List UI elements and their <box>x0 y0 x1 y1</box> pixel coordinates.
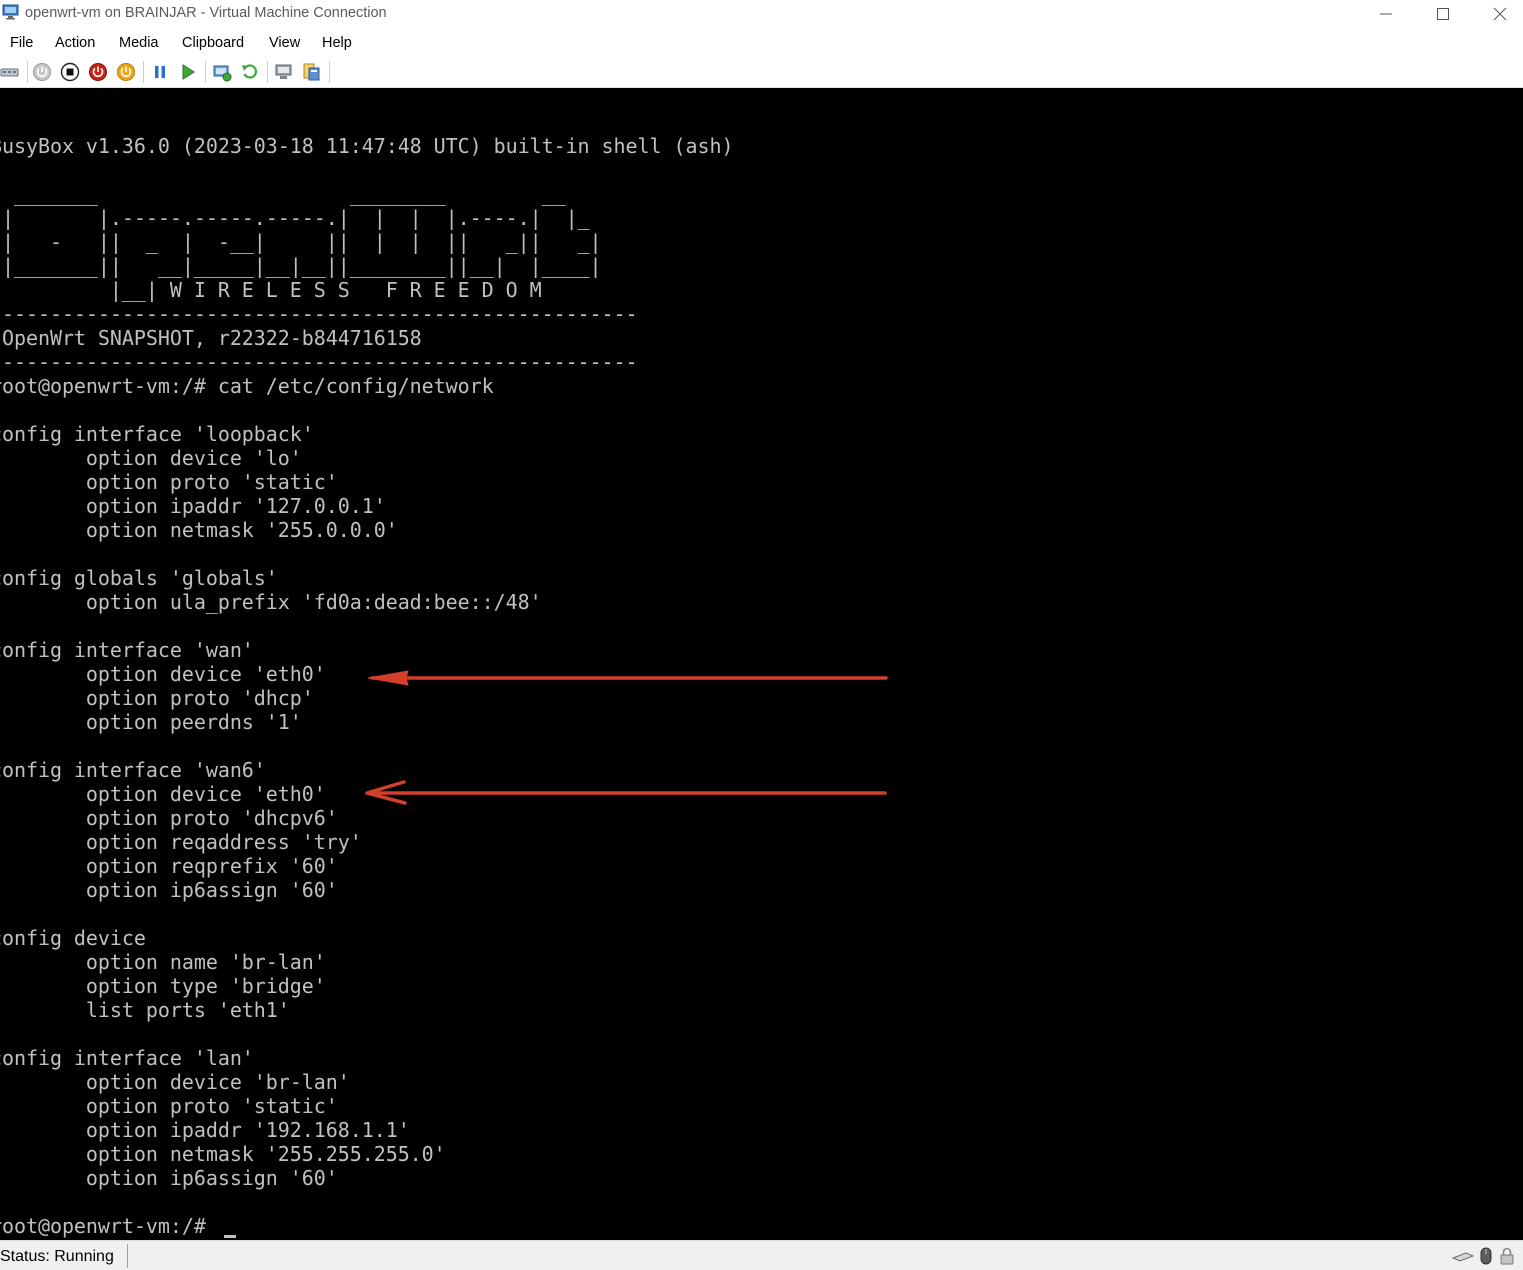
checkpoint-icon[interactable] <box>212 62 232 82</box>
window-title: openwrt-vm on BRAINJAR - Virtual Machine… <box>25 5 387 21</box>
toolbar <box>0 57 1523 88</box>
minimize-button[interactable] <box>1357 0 1415 28</box>
keyboard-icon <box>1451 1247 1475 1268</box>
annotation-arrows <box>365 670 888 805</box>
share-icon[interactable] <box>301 62 321 82</box>
toolbar-separator <box>267 61 268 83</box>
menu-bar: File Action Media Clipboard View Help <box>0 28 1523 57</box>
toolbar-separator <box>143 61 144 83</box>
enhanced-session-icon[interactable] <box>274 62 294 82</box>
menu-view[interactable]: View <box>269 35 300 51</box>
toolbar-separator <box>329 61 330 83</box>
annotation-arrow-wan6 <box>365 780 887 805</box>
maximize-button[interactable] <box>1414 0 1472 28</box>
start-icon[interactable] <box>32 62 52 82</box>
mouse-icon <box>1479 1247 1493 1270</box>
turn-off-icon[interactable] <box>60 62 80 82</box>
status-separator <box>127 1244 128 1268</box>
resume-icon[interactable] <box>178 62 198 82</box>
toolbar-separator <box>27 61 28 83</box>
status-text: Status: Running <box>0 1248 114 1265</box>
revert-icon[interactable] <box>240 62 260 82</box>
maximize-icon <box>1437 8 1449 20</box>
title-bar: openwrt-vm on BRAINJAR - Virtual Machine… <box>0 0 1523 28</box>
menu-media[interactable]: Media <box>119 35 159 51</box>
shut-down-icon[interactable] <box>88 62 108 82</box>
vm-console-screen[interactable]: BusyBox v1.36.0 (2023-03-18 11:47:48 UTC… <box>0 88 1523 1240</box>
menu-help[interactable]: Help <box>322 35 352 51</box>
vm-connection-icon <box>2 4 20 20</box>
ctrl-alt-del-icon[interactable] <box>0 62 20 82</box>
save-icon[interactable] <box>116 62 136 82</box>
annotation-arrow-wan <box>367 670 888 686</box>
menu-file[interactable]: File <box>10 35 33 51</box>
close-button[interactable] <box>1471 0 1523 28</box>
minimize-icon <box>1380 13 1392 15</box>
menu-action[interactable]: Action <box>55 35 95 51</box>
close-icon <box>1493 7 1507 21</box>
pause-icon[interactable] <box>150 62 170 82</box>
menu-clipboard[interactable]: Clipboard <box>182 35 244 51</box>
status-bar: Status: Running <box>0 1240 1523 1270</box>
toolbar-separator <box>205 61 206 83</box>
lock-icon <box>1499 1247 1515 1270</box>
